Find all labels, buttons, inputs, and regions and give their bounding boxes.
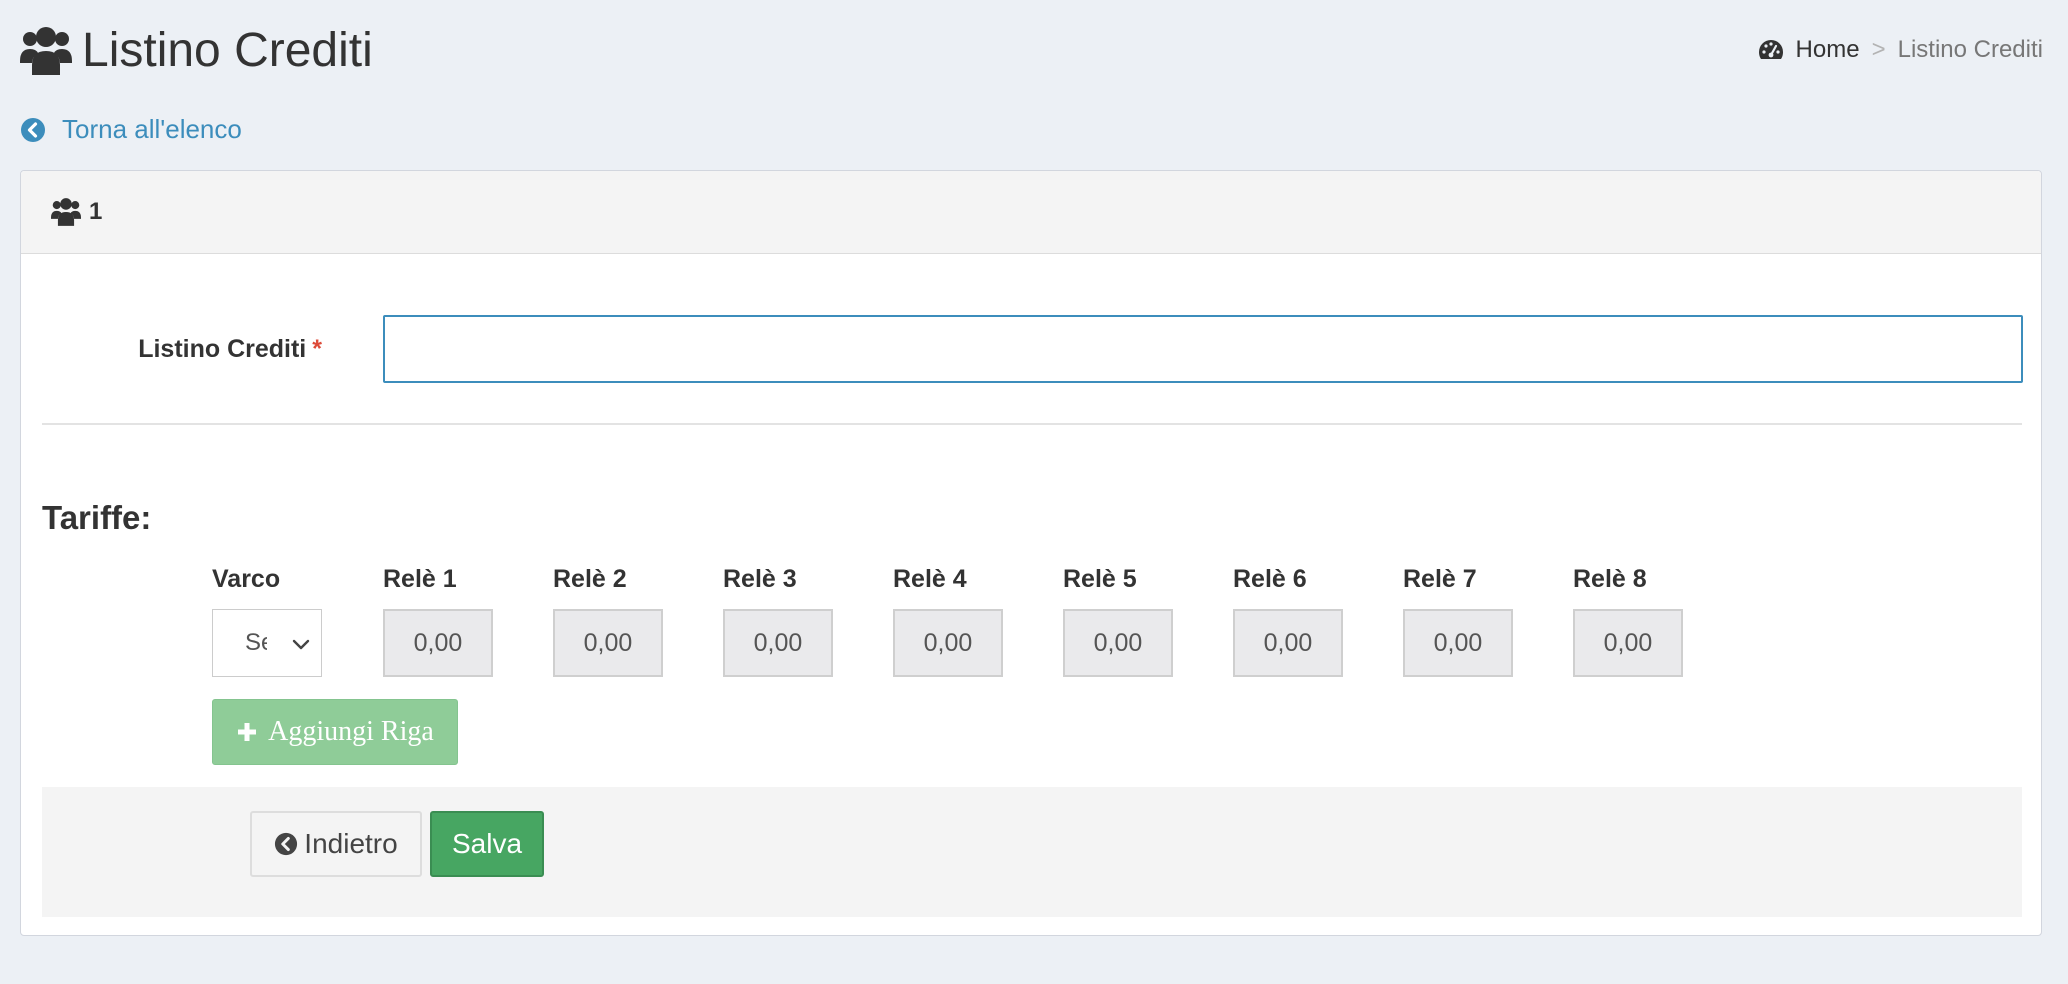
column-header-varco: Varco (212, 565, 281, 593)
add-row-label: Aggiungi Riga (268, 716, 434, 747)
rele-7-input[interactable]: 0,00 (1403, 609, 1513, 677)
box-header: 1 (21, 171, 2041, 254)
box-footer: Indietro Salva (42, 787, 2022, 917)
listino-crediti-label: Listino Crediti * (138, 335, 322, 364)
add-row-button[interactable]: Aggiungi Riga (212, 699, 458, 765)
page-title: Listino Crediti (82, 24, 373, 77)
rele-8-input[interactable]: 0,00 (1573, 609, 1683, 677)
column-header-rele-2: Relè 2 (553, 565, 627, 593)
varco-selected-value: Se (245, 629, 267, 656)
chevron-down-icon (292, 639, 310, 650)
listino-crediti-label-text: Listino Crediti (138, 335, 307, 363)
breadcrumb-separator: > (1871, 36, 1886, 63)
plus-icon (238, 723, 257, 741)
column-header-rele-3: Relè 3 (723, 565, 797, 593)
save-button[interactable]: Salva (430, 811, 544, 877)
breadcrumb-home-link[interactable]: Home (1796, 36, 1860, 64)
column-header-rele-1: Relè 1 (383, 565, 457, 593)
rele-1-input[interactable]: 0,00 (383, 609, 493, 677)
chevron-circle-left-icon (275, 832, 298, 856)
column-header-rele-5: Relè 5 (1063, 565, 1137, 593)
varco-select[interactable]: Se (212, 609, 322, 677)
rele-5-input[interactable]: 0,00 (1063, 609, 1173, 677)
listino-crediti-input[interactable] (383, 315, 2023, 383)
required-marker: * (312, 335, 322, 363)
users-icon (51, 198, 81, 226)
chevron-circle-left-icon (21, 117, 45, 142)
back-button-label: Indietro (304, 828, 398, 859)
back-to-list-label: Torna all'elenco (62, 114, 242, 144)
dashboard-icon (1758, 40, 1783, 59)
users-icon (20, 27, 72, 75)
page-header: Listino Crediti (20, 20, 373, 82)
back-to-list-link[interactable]: Torna all'elenco (20, 114, 242, 145)
back-button[interactable]: Indietro (250, 811, 422, 877)
rele-6-input[interactable]: 0,00 (1233, 609, 1343, 677)
rele-2-input[interactable]: 0,00 (553, 609, 663, 677)
breadcrumb: Home > Listino Crediti (1758, 36, 2043, 64)
column-header-rele-7: Relè 7 (1403, 565, 1477, 593)
column-header-rele-6: Relè 6 (1233, 565, 1307, 593)
box-title: 1 (89, 198, 103, 225)
form-box: 1 Listino Crediti * Tariffe: Varco Relè 1… (20, 170, 2042, 936)
column-header-rele-4: Relè 4 (893, 565, 967, 593)
rele-3-input[interactable]: 0,00 (723, 609, 833, 677)
tariffe-title: Tariffe: (42, 499, 152, 536)
breadcrumb-current: Listino Crediti (1897, 36, 2043, 63)
rele-4-input[interactable]: 0,00 (893, 609, 1003, 677)
section-divider (42, 423, 2022, 425)
listino-crediti-row: Listino Crediti * (21, 315, 2041, 383)
column-header-rele-8: Relè 8 (1573, 565, 1647, 593)
